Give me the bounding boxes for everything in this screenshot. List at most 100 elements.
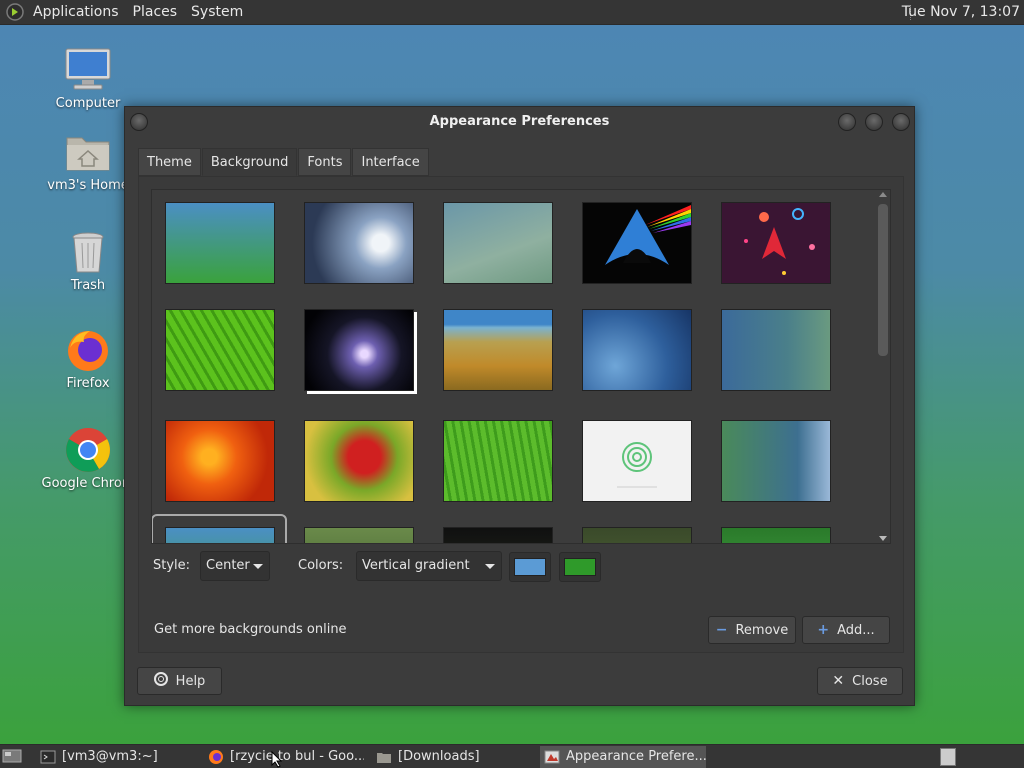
style-label: Style: [153, 558, 191, 573]
window-menu-button[interactable] [130, 113, 148, 131]
tab-fonts[interactable]: Fonts [298, 148, 352, 176]
wallpaper-thumbnail[interactable] [443, 420, 553, 502]
desktop-icon-label: Computer [55, 96, 121, 111]
tab-interface[interactable]: Interface [352, 148, 429, 176]
chevron-down-icon [253, 564, 263, 569]
desktop-icon-computer[interactable]: Computer [38, 46, 138, 111]
help-lifebuoy-icon [153, 672, 168, 690]
taskbar-item-terminal[interactable]: [vm3@vm3:~] [36, 746, 196, 768]
wallpaper-thumbnail[interactable] [721, 420, 831, 502]
remove-button-label: Remove [735, 622, 789, 638]
show-desktop-icon[interactable] [2, 748, 22, 764]
taskbar-item-label: Appearance Prefere... [566, 749, 706, 764]
wallpaper-scrollbar[interactable] [876, 192, 888, 541]
places-menu[interactable]: Places [133, 4, 178, 20]
taskbar-item-firefox[interactable]: [rzycie to bul - Goo... [204, 746, 364, 768]
secondary-color-swatch [564, 558, 596, 576]
wallpaper-thumbnail[interactable] [443, 527, 553, 543]
desktop-icon-trash[interactable]: Trash [38, 228, 138, 293]
wallpaper-thumbnail[interactable] [582, 309, 692, 391]
wallpaper-thumbnail[interactable] [721, 202, 831, 284]
help-button[interactable]: Help [137, 667, 222, 695]
wallpaper-thumbnail[interactable] [721, 527, 831, 543]
wallpaper-thumbnail[interactable] [582, 527, 692, 543]
clock[interactable]: Tue Nov 7, 13:07 [902, 4, 1020, 20]
tab-theme[interactable]: Theme [138, 148, 201, 176]
firefox-icon [208, 749, 224, 765]
wallpaper-thumbnail[interactable] [304, 309, 414, 391]
mouse-cursor-icon [271, 751, 283, 768]
close-button[interactable]: ✕ Close [817, 667, 903, 695]
scroll-up-arrow-icon[interactable] [879, 192, 887, 197]
computer-icon [64, 46, 112, 94]
chrome-icon [64, 426, 112, 474]
window-title: Appearance Preferences [429, 114, 610, 129]
plus-icon: + [817, 622, 830, 638]
wallpaper-thumbnail[interactable] [721, 309, 831, 391]
wallpaper-thumbnail[interactable] [165, 309, 275, 391]
system-menu[interactable]: System [191, 4, 243, 20]
taskbar-item-label: [Downloads] [398, 749, 480, 764]
remove-button[interactable]: − Remove [708, 616, 796, 644]
wallpaper-thumbnail[interactable] [582, 202, 692, 284]
wallpaper-thumbnail[interactable] [582, 420, 692, 502]
workspace-switcher[interactable] [940, 748, 956, 766]
distro-logo-icon[interactable] [4, 1, 26, 23]
desktop-icon-firefox[interactable]: Firefox [38, 326, 138, 391]
secondary-color-button[interactable] [559, 552, 601, 582]
wallpaper-thumbnail[interactable] [165, 202, 275, 284]
window-titlebar[interactable]: Appearance Preferences [125, 107, 914, 137]
wallpaper-grid[interactable] [151, 189, 891, 544]
add-button-label: Add... [837, 622, 875, 638]
primary-color-swatch [514, 558, 546, 576]
desktop-icon-label: Firefox [66, 376, 110, 391]
taskbar-item-downloads[interactable]: [Downloads] [372, 746, 532, 768]
appearance-icon [544, 749, 560, 765]
wallpaper-thumbnail[interactable] [304, 527, 414, 543]
colors-dropdown-value: Vertical gradient [362, 558, 470, 573]
close-icon: ✕ [832, 673, 845, 689]
scrollbar-thumb[interactable] [878, 204, 888, 356]
bottom-taskbar: [vm3@vm3:~] [rzycie to bul - Goo... [Dow… [0, 744, 1024, 768]
terminal-icon [40, 749, 56, 765]
home-folder-icon [64, 128, 112, 176]
desktop-icon-label: vm3's Home [47, 178, 129, 193]
style-dropdown-value: Center [206, 558, 250, 573]
taskbar-item-appearance[interactable]: Appearance Prefere... [540, 746, 706, 768]
appearance-preferences-window: Appearance Preferences Theme Background … [124, 106, 915, 706]
wallpaper-thumbnail[interactable] [304, 202, 414, 284]
style-dropdown[interactable]: Center [200, 551, 270, 581]
minus-icon: − [715, 622, 728, 638]
help-button-label: Help [175, 673, 206, 689]
applications-menu[interactable]: Applications [33, 4, 119, 20]
taskbar-item-label: [rzycie to bul - Goo... [230, 749, 364, 764]
chevron-down-icon [485, 564, 495, 569]
tab-background[interactable]: Background [201, 148, 298, 176]
scroll-down-arrow-icon[interactable] [879, 536, 887, 541]
wallpaper-thumbnail[interactable] [304, 420, 414, 502]
desktop-icon-home[interactable]: vm3's Home [38, 128, 138, 193]
maximize-button[interactable] [865, 113, 883, 131]
desktop-icon-label: Trash [70, 278, 106, 293]
taskbar-item-label: [vm3@vm3:~] [62, 749, 158, 764]
firefox-icon [64, 326, 112, 374]
get-more-backgrounds-link[interactable]: Get more backgrounds online [154, 622, 347, 637]
desktop-icon-chrome[interactable]: Google Chrom [38, 426, 138, 491]
add-button[interactable]: + Add... [802, 616, 890, 644]
desktop-icon-label: Google Chrom [41, 476, 135, 491]
wallpaper-thumbnail[interactable] [443, 309, 553, 391]
close-window-button[interactable] [892, 113, 910, 131]
top-panel: Applications Places System Tue Nov 7, 13… [0, 0, 1024, 25]
colors-label: Colors: [298, 558, 344, 573]
trash-icon [64, 228, 112, 276]
primary-color-button[interactable] [509, 552, 551, 582]
close-button-label: Close [852, 673, 888, 689]
folder-icon [376, 749, 392, 765]
minimize-button[interactable] [838, 113, 856, 131]
wallpaper-thumbnail[interactable] [443, 202, 553, 284]
wallpaper-thumbnail[interactable] [165, 420, 275, 502]
background-tab-panel: Style: Center Colors: Vertical gradient … [138, 176, 904, 653]
wallpaper-thumbnail[interactable] [165, 527, 275, 543]
colors-dropdown[interactable]: Vertical gradient [356, 551, 502, 581]
tab-bar: Theme Background Fonts Interface [138, 148, 430, 176]
